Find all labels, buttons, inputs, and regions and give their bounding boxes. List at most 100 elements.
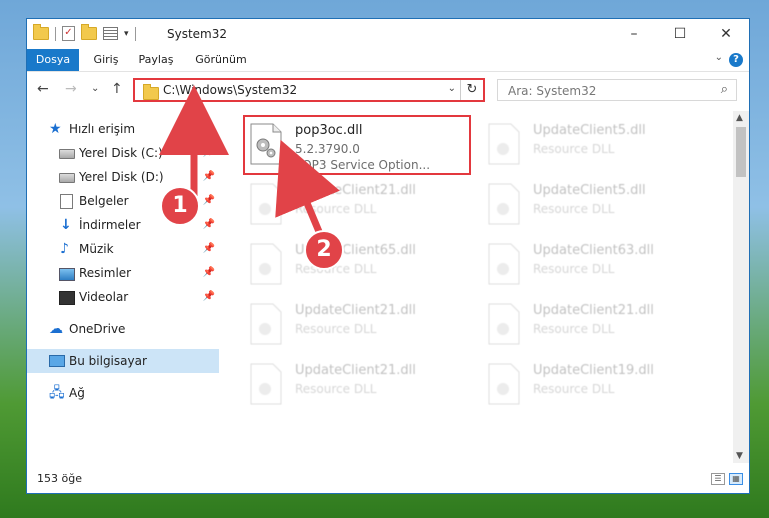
cloud-icon: ☁ — [49, 321, 63, 337]
sidebar-item-label: Resimler — [79, 266, 132, 280]
scroll-up-icon[interactable]: ▲ — [736, 113, 743, 123]
computer-icon — [49, 355, 65, 367]
file-item[interactable]: UpdateClient5.dll Resource DLL — [483, 177, 715, 233]
pin-icon[interactable]: 📌 — [203, 213, 215, 237]
file-item[interactable]: UpdateClient21.dll Resource DLL — [245, 357, 477, 413]
file-item[interactable]: UpdateClient21.dll Resource DLL — [245, 297, 477, 353]
file-description: Resource DLL — [533, 382, 615, 396]
dll-file-icon — [250, 243, 282, 285]
sidebar-item-music[interactable]: ♪ Müzik 📌 — [27, 237, 219, 261]
sidebar-item-label: Yerel Disk (D:) — [79, 170, 164, 184]
dll-file-icon — [488, 363, 520, 405]
search-box[interactable]: ⌕ — [497, 79, 737, 101]
close-button[interactable]: ✕ — [703, 19, 749, 49]
step-badge-2: 2 — [304, 230, 344, 270]
search-input[interactable] — [506, 81, 710, 101]
vertical-scrollbar[interactable]: ▲ ▼ — [733, 111, 749, 463]
sidebar-item-label: Bu bilgisayar — [69, 354, 147, 368]
file-description: Resource DLL — [295, 382, 377, 396]
drive-icon — [59, 173, 75, 183]
file-description: POP3 Service Option... — [295, 158, 431, 172]
file-name: UpdateClient21.dll — [295, 183, 416, 198]
recent-locations-button[interactable]: ⌄ — [91, 83, 99, 94]
file-item[interactable]: UpdateClient5.dll Resource DLL — [483, 117, 715, 173]
navigation-pane: ★ Hızlı erişim Yerel Disk (C:) 📌 Yerel D… — [27, 111, 219, 463]
maximize-button[interactable]: ☐ — [657, 19, 703, 49]
address-bar[interactable]: C:\Windows\System32 ⌄ ↻ — [133, 78, 485, 102]
file-name: UpdateClient21.dll — [533, 303, 654, 318]
dll-file-icon — [250, 123, 282, 165]
music-icon: ♪ — [60, 241, 69, 257]
scrollbar-thumb[interactable] — [736, 127, 746, 177]
ribbon-tabs: Dosya Giriş Paylaş Görünüm ⌄ ? — [27, 49, 749, 72]
sidebar-item-this-pc[interactable]: Bu bilgisayar — [27, 349, 219, 373]
properties-check-icon[interactable]: ✓ — [62, 26, 75, 41]
file-item[interactable]: UpdateClient19.dll Resource DLL — [483, 357, 715, 413]
navigation-bar: ← → ⌄ ↑ C:\Windows\System32 ⌄ ↻ ⌕ — [27, 75, 749, 105]
pin-icon[interactable]: 📌 — [203, 261, 215, 285]
forward-button[interactable]: → — [65, 81, 77, 97]
pin-icon[interactable]: 📌 — [203, 237, 215, 261]
toolbar-separator — [55, 26, 56, 41]
window-title: System32 — [167, 27, 228, 41]
back-button[interactable]: ← — [37, 81, 49, 97]
tab-view[interactable]: Görünüm — [193, 49, 249, 71]
documents-icon — [60, 194, 73, 209]
dll-file-icon — [488, 183, 520, 225]
pin-icon[interactable]: 📌 — [203, 189, 215, 213]
tiles-view-icon[interactable]: ▦ — [729, 473, 743, 485]
help-icon[interactable]: ? — [729, 53, 743, 67]
scroll-down-icon[interactable]: ▼ — [736, 451, 743, 461]
step-badge-1: 1 — [160, 186, 200, 226]
sidebar-item-pictures[interactable]: Resimler 📌 — [27, 261, 219, 285]
tab-share[interactable]: Paylaş — [135, 49, 177, 71]
chevron-down-icon[interactable]: ⌄ — [448, 83, 456, 94]
dll-file-icon — [250, 363, 282, 405]
sidebar-item-network[interactable]: 🖧 Ağ — [27, 381, 219, 405]
sidebar-item-quick-access[interactable]: ★ Hızlı erişim — [27, 117, 219, 141]
file-description: Resource DLL — [533, 142, 615, 156]
file-item[interactable]: UpdateClient65.dll Resource DLL — [245, 237, 477, 293]
file-name: UpdateClient21.dll — [295, 303, 416, 318]
network-icon: 🖧 — [49, 385, 65, 401]
tab-file[interactable]: Dosya — [27, 49, 79, 71]
sidebar-item-videos[interactable]: Videolar 📌 — [27, 285, 219, 309]
sidebar-item-label: Hızlı erişim — [69, 122, 136, 136]
sidebar-item-label: Videolar — [79, 290, 129, 304]
file-name: UpdateClient63.dll — [533, 243, 654, 258]
pin-icon[interactable]: 📌 — [203, 141, 215, 165]
explorer-window: ✓ ▾ System32 – ☐ ✕ Dosya Giriş Paylaş Gö… — [26, 18, 750, 494]
file-item[interactable]: UpdateClient21.dll Resource DLL — [245, 177, 477, 233]
dll-file-icon — [488, 243, 520, 285]
tab-home[interactable]: Giriş — [89, 49, 123, 71]
new-folder-icon[interactable] — [81, 24, 97, 40]
up-button[interactable]: ↑ — [111, 81, 123, 97]
file-description: Resource DLL — [295, 322, 377, 336]
sidebar-item-onedrive[interactable]: ☁ OneDrive — [27, 317, 219, 341]
file-description: Resource DLL — [533, 322, 615, 336]
details-view-icon[interactable]: ☰ — [711, 473, 725, 485]
dll-file-icon — [250, 303, 282, 345]
search-icon[interactable]: ⌕ — [721, 82, 728, 97]
address-path[interactable]: C:\Windows\System32 — [163, 83, 297, 97]
file-description: Resource DLL — [533, 262, 615, 276]
download-icon: ↓ — [60, 217, 72, 233]
view-properties-icon[interactable] — [103, 27, 118, 40]
pin-icon[interactable]: 📌 — [203, 285, 215, 309]
minimize-button[interactable]: – — [611, 19, 657, 49]
quick-access-toolbar: ✓ ▾ — [33, 24, 136, 41]
pin-icon[interactable]: 📌 — [203, 165, 215, 189]
sidebar-item-drive-d[interactable]: Yerel Disk (D:) 📌 — [27, 165, 219, 189]
file-item-pop3oc[interactable]: pop3oc.dll 5.2.3790.0 POP3 Service Optio… — [243, 115, 471, 175]
folder-icon — [33, 24, 49, 40]
file-item[interactable]: UpdateClient21.dll Resource DLL — [483, 297, 715, 353]
refresh-button[interactable]: ↻ — [460, 80, 483, 100]
status-bar: 153 öğe ☰ ▦ — [27, 465, 749, 493]
sidebar-item-label: Ağ — [69, 386, 85, 400]
sidebar-item-drive-c[interactable]: Yerel Disk (C:) 📌 — [27, 141, 219, 165]
file-description: Resource DLL — [533, 202, 615, 216]
star-icon: ★ — [49, 121, 62, 137]
file-item[interactable]: UpdateClient63.dll Resource DLL — [483, 237, 715, 293]
expand-ribbon-icon[interactable]: ⌄ — [715, 52, 723, 63]
customize-toolbar-icon[interactable]: ▾ — [124, 29, 129, 39]
